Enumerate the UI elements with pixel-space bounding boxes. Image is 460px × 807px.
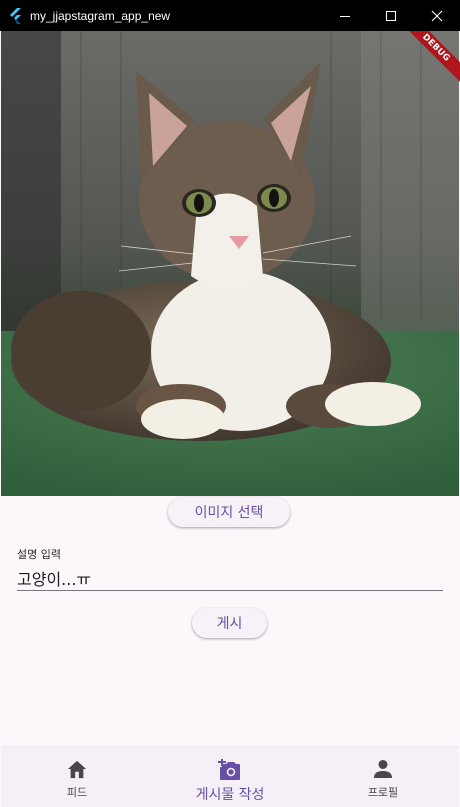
home-icon [67,760,87,779]
person-icon [374,760,392,778]
nav-label-profile: 프로필 [367,786,399,799]
select-image-button[interactable]: 이미지 선택 [168,497,290,527]
nav-label-feed: 피드 [66,786,88,799]
description-input-underline [17,590,443,591]
description-input[interactable]: 고양이...ㅠ [17,566,91,590]
add-photo-icon [218,759,240,780]
title-bar: my_jjapstagram_app_new [0,0,460,31]
close-icon [431,10,443,21]
maximize-button[interactable] [368,0,414,31]
description-field-label: 설명 입력 [17,548,61,561]
nav-item-create-post[interactable]: 게시물 작성 [177,747,283,807]
close-button[interactable] [414,0,460,31]
nav-item-feed[interactable]: 피드 [39,747,115,807]
debug-label: DEBUG [400,31,460,89]
post-button[interactable]: 게시 [192,608,267,638]
app-window: my_jjapstagram_app_new DEBUG 이미지 선택 설명 입… [0,0,460,807]
window-title: my_jjapstagram_app_new [30,8,171,23]
selected-cat-image [1,31,459,496]
minimize-button[interactable] [322,0,368,31]
flutter-logo-icon [10,7,21,24]
nav-item-profile[interactable]: 프로필 [345,747,421,807]
debug-banner: DEBUG [400,31,460,91]
bottom-navigation-bar: 피드 게시물 작성 프로필 [1,746,459,807]
window-controls [322,0,460,31]
nav-label-create-post: 게시물 작성 [195,787,265,803]
maximize-icon [386,10,396,21]
minimize-icon [340,15,350,17]
